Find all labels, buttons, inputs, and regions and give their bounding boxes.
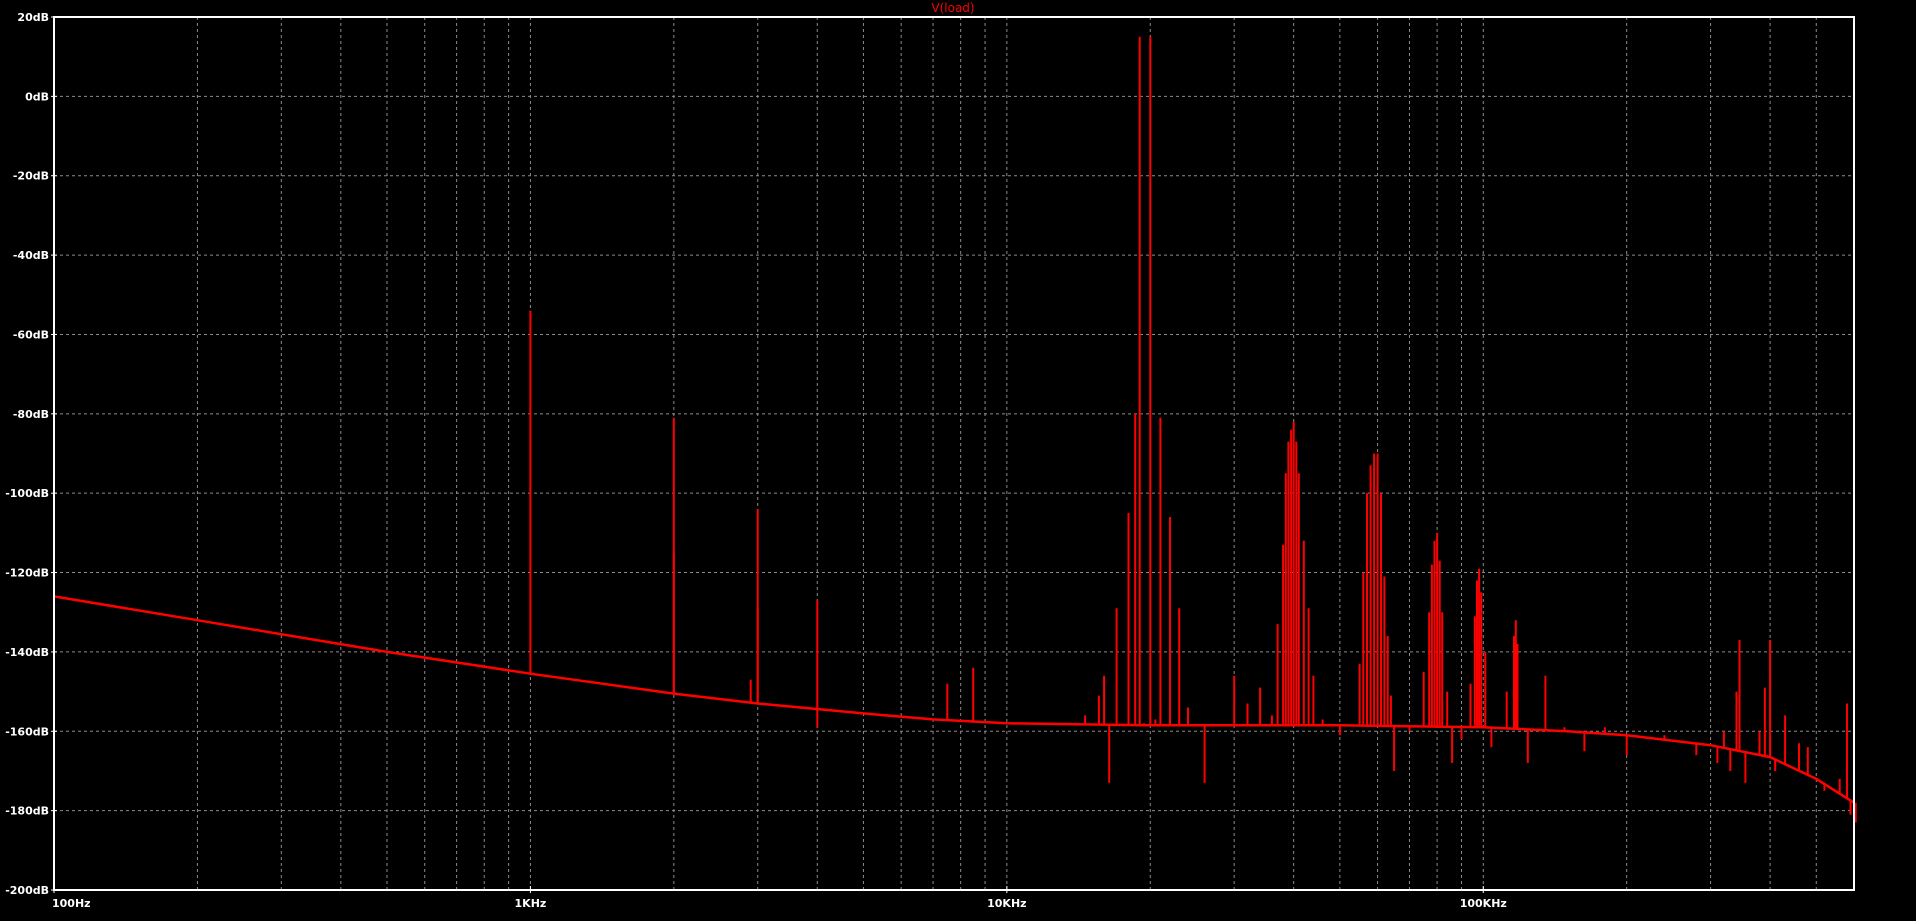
y-tick-label: -140dB <box>5 646 49 659</box>
y-tick-label: -40dB <box>13 249 49 262</box>
y-tick-label: -120dB <box>5 567 49 580</box>
trace-title[interactable]: V(load) <box>931 1 974 15</box>
chart-svg[interactable]: V(load) 20dB 0dB -20dB -40dB -60dB -80dB -100d… <box>0 0 1916 917</box>
y-tick-label: -160dB <box>5 725 49 738</box>
x-tick-label: 100Hz <box>52 897 91 910</box>
x-tick-label: 1KHz <box>515 897 547 910</box>
trace-v-load <box>53 36 1857 823</box>
y-tick-label: -60dB <box>13 328 49 341</box>
y-tick-label: -200dB <box>5 884 49 897</box>
noise-floor-line <box>53 595 1855 804</box>
y-tick-label: 20dB <box>17 11 49 24</box>
y-tick-label: -100dB <box>5 487 49 500</box>
y-tick-label: -80dB <box>13 408 49 421</box>
x-tick-label: 10KHz <box>987 897 1026 910</box>
y-tick-label: -20dB <box>13 170 49 183</box>
plot-frame <box>53 16 1855 891</box>
grid-lines <box>54 17 1854 890</box>
x-tick-label: 100KHz <box>1460 897 1507 910</box>
y-tick-label: 0dB <box>25 90 49 103</box>
y-tick-label: -180dB <box>5 805 49 818</box>
plot-pane[interactable]: V(load) 20dB 0dB -20dB -40dB -60dB -80dB -100d… <box>0 0 1916 917</box>
axis-ticks: 20dB 0dB -20dB -40dB -60dB -80dB -100dB -120dB -… <box>5 11 1507 910</box>
